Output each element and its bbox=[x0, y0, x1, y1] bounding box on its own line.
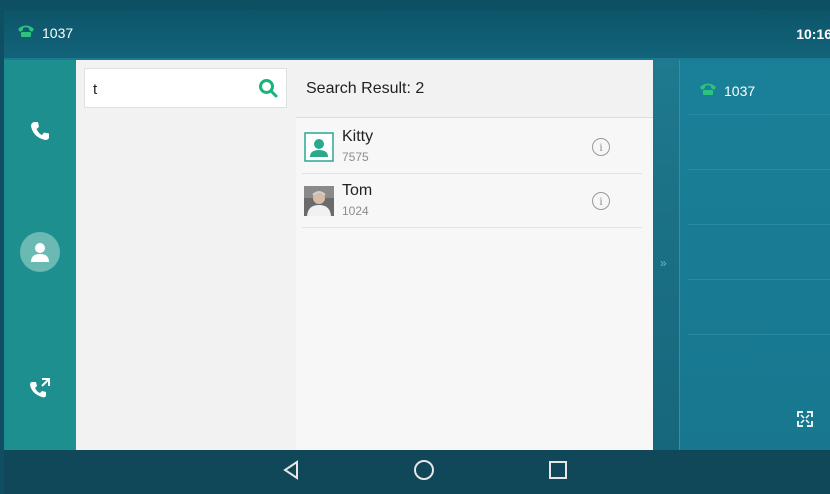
search-results-panel: Search Result: 2 Kitty 7575 i Tom 1024 i bbox=[296, 60, 653, 450]
contact-photo-avatar bbox=[304, 186, 334, 216]
navigation-bar bbox=[4, 450, 830, 494]
status-bar: 1037 10:16 bbox=[4, 10, 830, 58]
phone-icon bbox=[29, 120, 51, 147]
status-line-number: 1037 bbox=[42, 24, 74, 41]
clock: 10:16 bbox=[796, 26, 830, 42]
contact-number: 1024 bbox=[342, 204, 369, 218]
line-number: 1037 bbox=[724, 82, 756, 99]
line-key-empty[interactable] bbox=[688, 115, 830, 170]
recent-apps-button[interactable] bbox=[541, 457, 575, 487]
phone-line-icon bbox=[16, 24, 36, 41]
phone-line-icon bbox=[698, 82, 718, 99]
expand-arrow-icon[interactable]: » bbox=[660, 256, 667, 270]
contact-row[interactable]: Tom 1024 i bbox=[302, 174, 642, 228]
back-icon bbox=[282, 459, 300, 485]
contact-name: Kitty bbox=[342, 128, 374, 145]
home-button[interactable] bbox=[407, 457, 441, 487]
left-navigation-rail bbox=[4, 60, 76, 450]
line-key[interactable]: 1037 bbox=[688, 60, 830, 115]
contact-number: 7575 bbox=[342, 150, 369, 164]
fullscreen-icon[interactable] bbox=[797, 411, 813, 432]
rail-contacts-button[interactable] bbox=[4, 232, 76, 272]
info-icon[interactable]: i bbox=[592, 192, 610, 210]
info-icon[interactable]: i bbox=[592, 138, 610, 156]
square-icon bbox=[548, 460, 568, 485]
contact-name: Tom bbox=[342, 182, 373, 199]
contact-icon bbox=[20, 232, 60, 272]
home-icon bbox=[413, 459, 435, 486]
call-history-icon bbox=[28, 376, 52, 405]
default-avatar-icon bbox=[304, 132, 334, 162]
search-box bbox=[84, 68, 287, 108]
contact-row[interactable]: Kitty 7575 i bbox=[302, 120, 642, 174]
rail-history-button[interactable] bbox=[4, 376, 76, 405]
line-key-empty[interactable] bbox=[688, 225, 830, 280]
results-title: Search Result: 2 bbox=[306, 80, 425, 97]
line-key-empty[interactable] bbox=[688, 280, 830, 335]
search-input[interactable] bbox=[91, 75, 245, 103]
results-header: Search Result: 2 bbox=[296, 60, 653, 118]
line-label: 1037 bbox=[698, 82, 755, 99]
search-icon[interactable] bbox=[258, 78, 278, 103]
line-key-panel: 1037 bbox=[679, 60, 830, 450]
status-line-indicator: 1037 bbox=[16, 24, 73, 41]
rail-phone-button[interactable] bbox=[4, 120, 76, 147]
search-panel bbox=[76, 60, 296, 450]
phone-screen: 1037 10:16 t Search Result: 2 Kitty 7575… bbox=[4, 10, 830, 494]
back-button[interactable] bbox=[274, 457, 308, 487]
line-key-empty[interactable] bbox=[688, 170, 830, 225]
